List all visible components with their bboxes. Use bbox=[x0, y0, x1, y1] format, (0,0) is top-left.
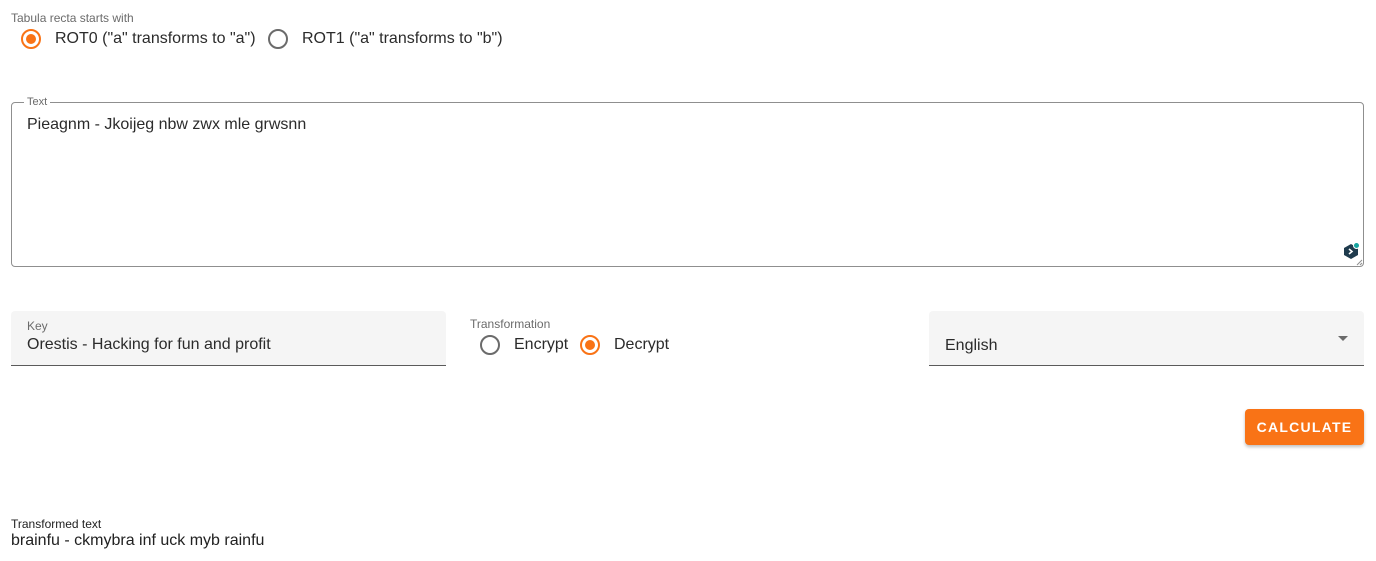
rot0-radio[interactable] bbox=[21, 29, 41, 49]
encrypt-radio[interactable] bbox=[480, 335, 500, 355]
calculate-button[interactable]: CALCULATE bbox=[1245, 409, 1364, 445]
rot1-label[interactable]: ROT1 ("a" transforms to "b") bbox=[302, 30, 503, 48]
rot0-label[interactable]: ROT0 ("a" transforms to "a") bbox=[55, 30, 256, 48]
text-field-label: Text bbox=[24, 96, 51, 108]
tabula-recta-label: Tabula recta starts with bbox=[11, 11, 134, 25]
resize-handle-icon[interactable] bbox=[1355, 258, 1363, 266]
key-field-value[interactable]: Orestis - Hacking for fun and profit bbox=[27, 336, 271, 354]
rot0-option[interactable]: ROT0 ("a" transforms to "a") bbox=[21, 27, 256, 51]
dropdown-arrow-icon[interactable] bbox=[1338, 336, 1348, 341]
decrypt-label[interactable]: Decrypt bbox=[614, 336, 669, 354]
encrypt-option[interactable]: Encrypt bbox=[480, 333, 568, 357]
language-select-value[interactable]: English bbox=[945, 337, 997, 355]
text-field[interactable]: Text Pieagnm - Jkoijeg nbw zwx mle grwsn… bbox=[11, 96, 1364, 267]
result-label: Transformed text bbox=[11, 517, 102, 531]
language-select[interactable]: English bbox=[929, 311, 1364, 366]
key-field[interactable]: Key Orestis - Hacking for fun and profit bbox=[11, 311, 446, 366]
key-field-label: Key bbox=[27, 319, 48, 333]
rot1-radio[interactable] bbox=[268, 29, 288, 49]
rot1-option[interactable]: ROT1 ("a" transforms to "b") bbox=[268, 27, 503, 51]
encrypt-label[interactable]: Encrypt bbox=[514, 336, 568, 354]
decrypt-option[interactable]: Decrypt bbox=[580, 333, 669, 357]
text-field-value[interactable]: Pieagnm - Jkoijeg nbw zwx mle grwsnn bbox=[27, 116, 306, 134]
transformation-label: Transformation bbox=[470, 317, 551, 331]
decrypt-radio[interactable] bbox=[580, 335, 600, 355]
result-value: brainfu - ckmybra inf uck myb rainfu bbox=[11, 532, 265, 549]
